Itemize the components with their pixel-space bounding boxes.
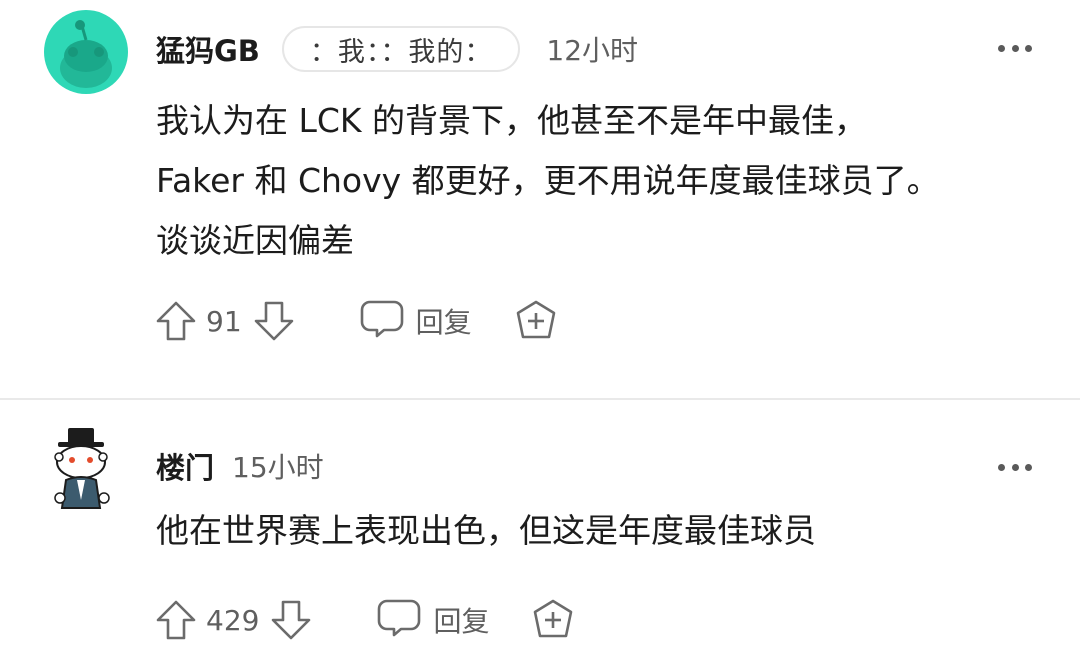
comment: 猛犸GB ：我：：我的： 12小时 我认为在 LCK 的背景下，他甚至不是年中最… (0, 0, 1080, 398)
comment: 楼门 15小时 他在世界赛上表现出色，但这是年度最佳球员 429 回复 (0, 400, 1080, 660)
reply-label: 回复 (415, 306, 472, 339)
plus-shield-icon[interactable] (514, 299, 558, 343)
vote-count: 429 (206, 603, 260, 637)
reply-button[interactable]: 回复 (360, 299, 472, 343)
more-horizontal-icon[interactable] (998, 462, 1032, 472)
comment-body: 我认为在 LCK 的背景下，他甚至不是年中最佳， Faker 和 Chovy 都… (156, 101, 940, 260)
more-horizontal-icon[interactable] (998, 43, 1032, 53)
timestamp: 12小时 (546, 34, 639, 67)
arrow-up-icon[interactable] (154, 299, 198, 343)
user-avatar[interactable] (44, 10, 128, 94)
timestamp: 15小时 (232, 451, 324, 484)
reply-button[interactable]: 回复 (377, 598, 489, 642)
username[interactable]: 楼门 (156, 445, 214, 487)
speech-bubble-icon (377, 598, 421, 642)
comment-actions: 91 回复 (154, 296, 558, 346)
reply-label: 回复 (433, 605, 490, 638)
comment-header: 猛犸GB ：我：：我的： 12小时 (156, 24, 638, 74)
comment-actions: 429 回复 (154, 595, 575, 645)
comment-header: 楼门 15小时 (156, 441, 324, 491)
user-flair: ：我：：我的： (281, 26, 521, 72)
arrow-down-icon[interactable] (269, 598, 313, 642)
username[interactable]: 猛犸GB (156, 28, 260, 70)
arrow-down-icon[interactable] (252, 299, 296, 343)
vote-count: 91 (206, 304, 242, 338)
user-avatar[interactable] (50, 424, 114, 514)
speech-bubble-icon (360, 299, 404, 343)
arrow-up-icon[interactable] (154, 598, 198, 642)
comment-body: 他在世界赛上表现出色，但这是年度最佳球员 (156, 511, 816, 550)
plus-shield-icon[interactable] (531, 598, 575, 642)
